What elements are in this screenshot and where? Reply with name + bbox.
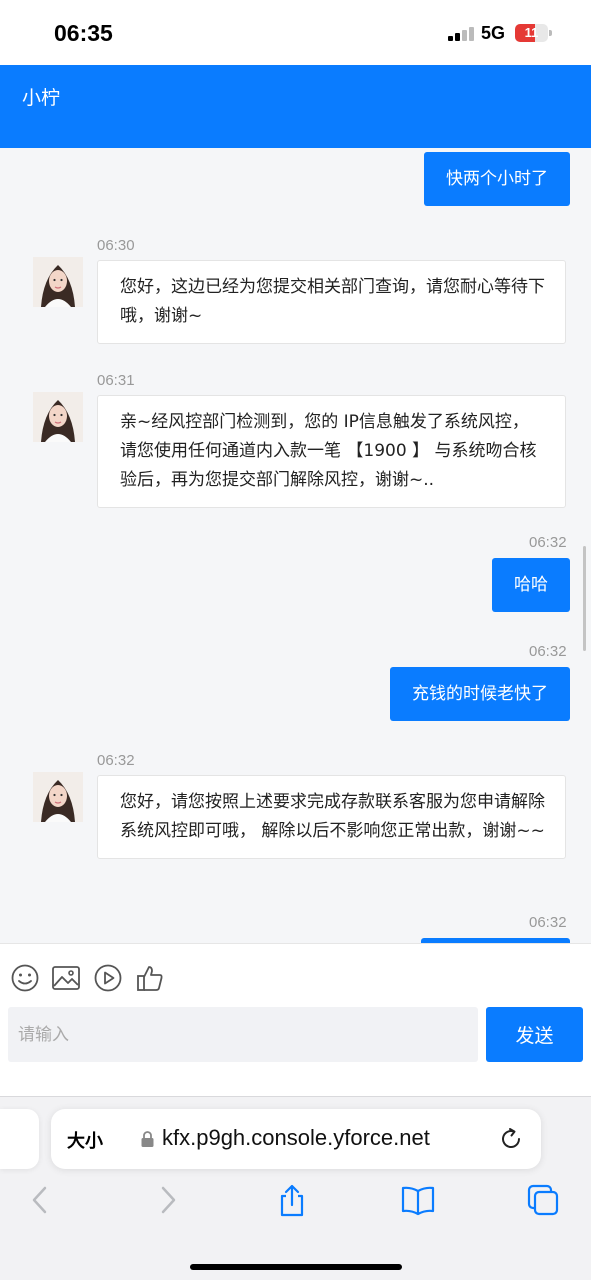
bookmarks-icon[interactable] — [400, 1183, 435, 1217]
battery-nub — [549, 30, 552, 36]
chat-header: 小柠 — [0, 65, 591, 148]
battery-label: 11 — [524, 25, 539, 40]
message-bubble-outgoing[interactable]: 哈哈 — [492, 558, 570, 612]
message-bubble-incoming[interactable]: 您好，请您按照上述要求完成存款联系客服为您申请解除系统风控即可哦， 解除以后不影… — [97, 775, 566, 859]
message-bubble-outgoing[interactable]: 快两个小时了 — [424, 152, 570, 206]
message-bubble-outgoing[interactable]: 充钱的时候老快了 — [390, 667, 570, 721]
message-timestamp: 06:32 — [529, 643, 567, 660]
share-icon[interactable] — [275, 1183, 309, 1217]
battery-icon: 11 — [515, 24, 548, 42]
forward-icon[interactable] — [151, 1183, 185, 1217]
address-bar[interactable]: 大小 kfx.p9gh.console.yforce.net — [51, 1109, 541, 1169]
status-time: 06:35 — [54, 20, 113, 46]
message-timestamp: 06:30 — [97, 237, 135, 254]
agent-avatar[interactable] — [33, 257, 83, 307]
message-bubble-incoming[interactable]: 亲~经风控部门检测到，您的 IP信息触发了系统风控，请您使用任何通道内入款一笔 … — [97, 395, 566, 508]
message-bubble-incoming[interactable]: 您好，这边已经为您提交相关部门查询，请您耐心等待下哦，谢谢~ — [97, 260, 566, 344]
signal-icon — [448, 27, 476, 41]
lock-icon — [141, 1131, 154, 1147]
thumbs-up-icon[interactable] — [135, 963, 165, 993]
home-indicator[interactable] — [190, 1264, 402, 1270]
message-input[interactable] — [8, 1007, 478, 1062]
previous-tab-peek[interactable] — [0, 1109, 39, 1169]
reload-icon[interactable] — [498, 1126, 524, 1152]
network-label: 5G — [481, 23, 506, 43]
tabs-icon[interactable] — [526, 1183, 560, 1217]
composer-area: 发送 — [0, 943, 591, 1096]
chat-title: 小柠 — [22, 87, 61, 109]
image-icon[interactable] — [51, 963, 81, 993]
text-size-button[interactable]: 大小 — [67, 1127, 103, 1153]
message-timestamp: 06:32 — [529, 534, 567, 551]
url-text[interactable]: kfx.p9gh.console.yforce.net — [162, 1125, 430, 1151]
agent-avatar[interactable] — [33, 392, 83, 442]
send-button[interactable]: 发送 — [486, 1007, 583, 1062]
agent-avatar[interactable] — [33, 772, 83, 822]
status-bar: 06:35 5G 11 — [0, 0, 591, 65]
message-timestamp: 06:32 — [529, 914, 567, 931]
chat-area[interactable]: 快两个小时了 06:30 您好，这边已经为您提交相关部门查询，请您耐心等待下哦，… — [0, 148, 591, 943]
emoji-icon[interactable] — [10, 963, 40, 993]
back-icon[interactable] — [23, 1183, 57, 1217]
browser-bottom-bar: 大小 kfx.p9gh.console.yforce.net — [0, 1096, 591, 1280]
video-icon[interactable] — [93, 963, 123, 993]
message-timestamp: 06:31 — [97, 372, 135, 389]
chat-scrollbar[interactable] — [583, 546, 586, 651]
message-timestamp: 06:32 — [97, 752, 135, 769]
